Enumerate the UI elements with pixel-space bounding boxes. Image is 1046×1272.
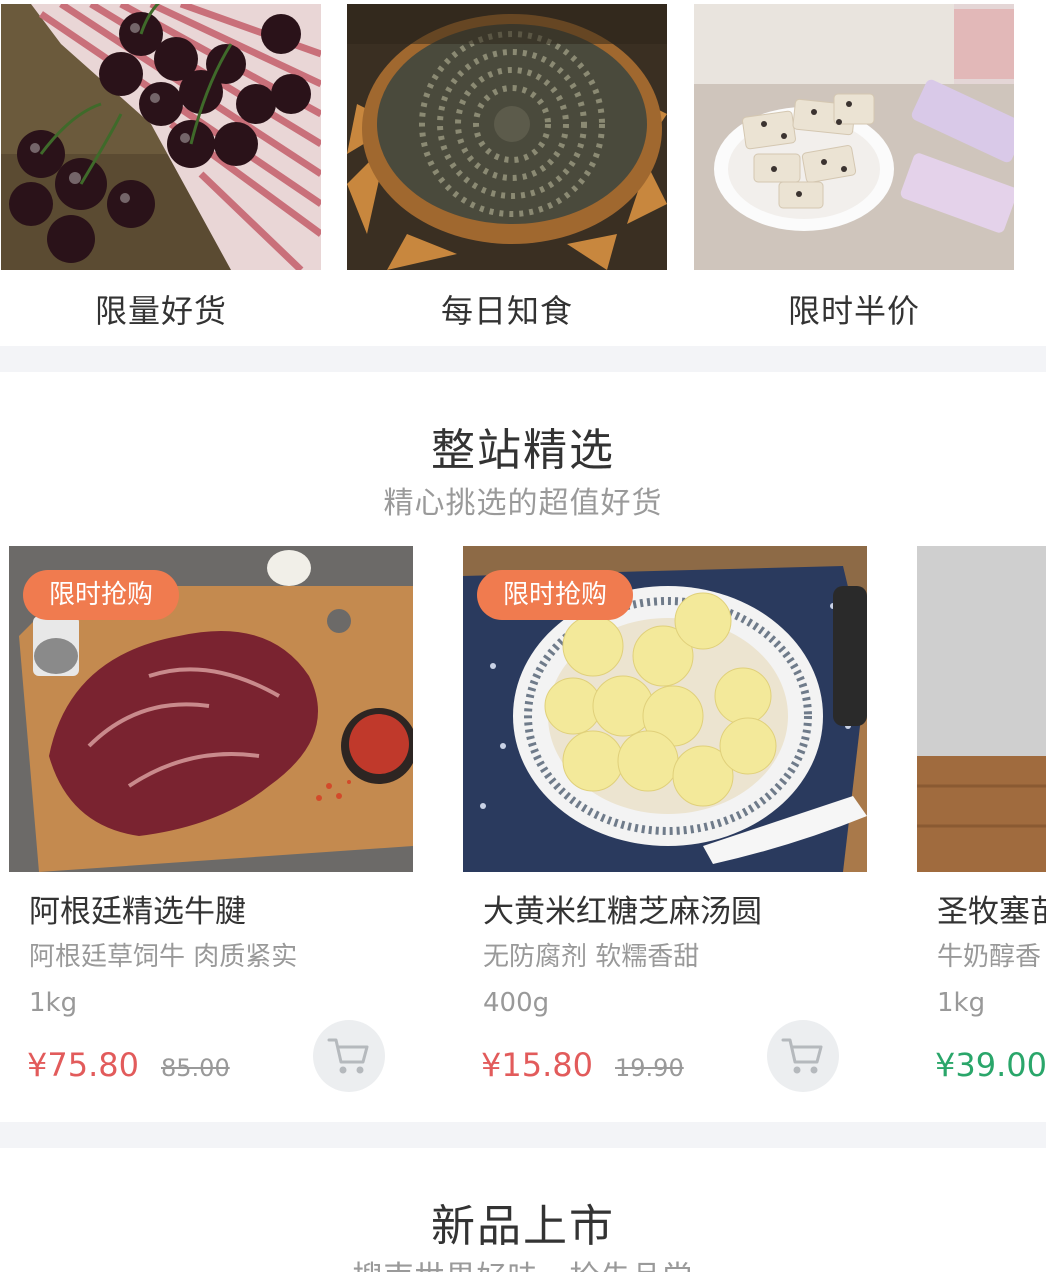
product-card[interactable]: 限时抢购 阿根廷精选牛腱 阿根廷草饲牛 肉质紧实 1kg ¥75.80 85.0…	[9, 546, 413, 1106]
section-divider	[0, 1122, 1046, 1148]
section-title-featured: 整站精选	[431, 425, 615, 476]
product-card[interactable]: 限时抢购 大黄米红糖芝麻汤圆 无防腐剂 软糯香甜 400g ¥15.80 19.…	[463, 546, 867, 1106]
category-label: 限量好货	[94, 292, 227, 330]
product-description: 牛奶醇香	[937, 942, 1042, 972]
category-label: 每日知食	[440, 292, 573, 330]
product-original-price: 85.00	[161, 1054, 230, 1082]
milk-image	[917, 546, 1046, 872]
flash-sale-tag: 限时抢购	[23, 570, 180, 620]
product-spec: 1kg	[29, 988, 78, 1018]
category-row: 限量好货 每日知食 限时半价	[0, 0, 1046, 346]
section-divider	[0, 346, 1046, 372]
add-to-cart-button[interactable]	[313, 1020, 385, 1092]
add-to-cart-button[interactable]	[767, 1020, 839, 1092]
section-subtitle-featured: 精心挑选的超值好货	[383, 486, 663, 521]
sunflower-image	[347, 4, 667, 270]
section-subtitle-new: 搜南世界好味，抢先品尝	[0, 1252, 1046, 1272]
product-name: 大黄米红糖芝麻汤圆	[483, 894, 762, 930]
category-label: 限时半价	[787, 292, 920, 330]
section-title-new: 新品上市	[431, 1201, 615, 1252]
cart-icon	[327, 1038, 369, 1074]
product-name: 圣牧塞苗	[937, 894, 1046, 930]
product-price: ¥39.00	[935, 1046, 1046, 1084]
product-price: ¥15.80	[481, 1046, 593, 1084]
category-half-price[interactable]: 限时半价	[694, 0, 1014, 346]
product-spec: 400g	[483, 988, 550, 1018]
category-daily-food[interactable]: 每日知食	[347, 0, 667, 346]
product-original-price: 19.90	[615, 1054, 684, 1082]
product-description: 阿根廷草饲牛 肉质紧实	[29, 942, 298, 972]
cherries-image	[1, 4, 321, 270]
category-limited-goods[interactable]: 限量好货	[1, 0, 321, 346]
product-name: 阿根廷精选牛腱	[29, 894, 246, 930]
product-description: 无防腐剂 软糯香甜	[483, 942, 700, 972]
page: 限量好货 每日知食 限时半价 整站精选 精心挑选的超值好货 限时抢购 阿根廷精选…	[0, 0, 1046, 1272]
product-spec: 1kg	[937, 988, 986, 1018]
product-card[interactable]: 圣牧塞苗 牛奶醇香 1kg ¥39.00	[917, 546, 1046, 1106]
cart-icon	[781, 1038, 823, 1074]
product-carousel[interactable]: 限时抢购 阿根廷精选牛腱 阿根廷草饲牛 肉质紧实 1kg ¥75.80 85.0…	[0, 546, 1046, 1120]
product-price: ¥75.80	[27, 1046, 139, 1084]
nougat-image	[694, 4, 1014, 270]
flash-sale-tag: 限时抢购	[477, 570, 634, 620]
